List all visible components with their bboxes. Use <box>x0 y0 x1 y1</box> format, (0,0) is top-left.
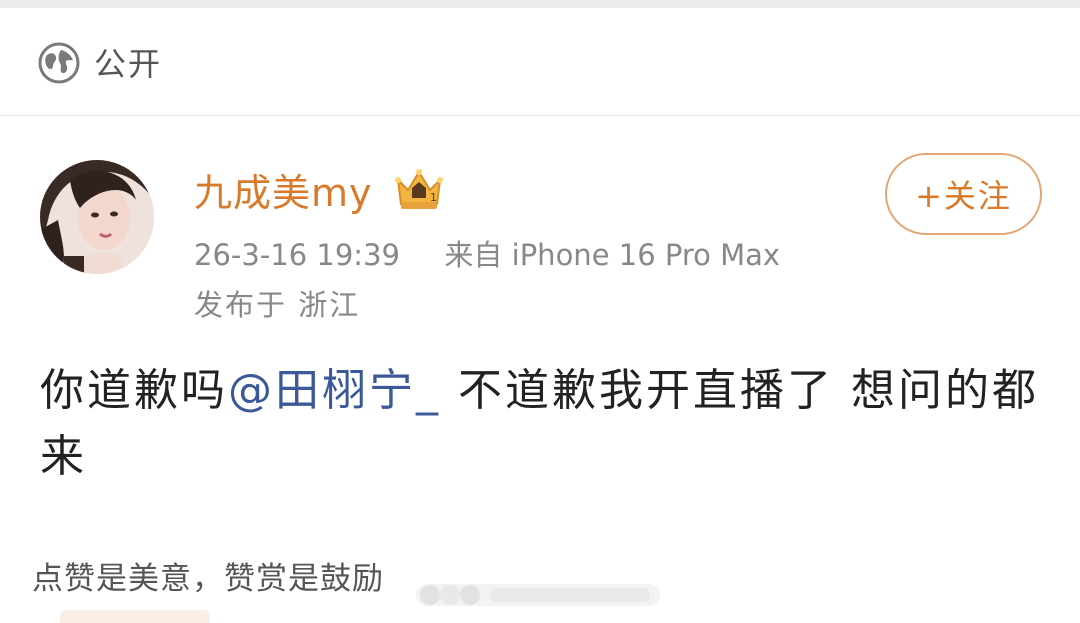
avatar[interactable] <box>40 160 154 274</box>
mention-link[interactable]: @田栩宁_ <box>228 365 441 416</box>
divider <box>0 115 1080 116</box>
user-avatar-image <box>40 160 154 274</box>
top-separator <box>0 0 1080 8</box>
post-location: 发布于 浙江 <box>194 288 361 322</box>
post-timestamp: 26-3-16 19:39 <box>194 238 400 272</box>
visibility-bar[interactable]: 公开 <box>0 8 1080 115</box>
reward-button-partial[interactable] <box>60 610 210 623</box>
reward-avatars-strip[interactable] <box>416 580 660 610</box>
reward-prompt: 点赞是美意，赞赏是鼓励 <box>32 561 384 597</box>
globe-icon <box>38 42 80 84</box>
crown-vip-icon[interactable]: 1 <box>392 166 446 212</box>
post-content-start: 你道歉吗 <box>40 365 228 416</box>
visibility-label: 公开 <box>94 45 163 83</box>
follow-button[interactable]: +关注 <box>885 153 1042 235</box>
post-content: 你道歉吗@田栩宁_ 不道歉我开直播了 想问的都来 <box>40 358 1040 490</box>
svg-text:1: 1 <box>430 191 437 204</box>
post-meta-time: 26-3-16 19:39 来自 iPhone 16 Pro Max <box>194 234 780 276</box>
weibo-post-page: 公开 九成美my 1 +关注 26-3-16 19:39 来自 iPhone 1… <box>0 0 1080 623</box>
author-name[interactable]: 九成美my <box>194 168 373 218</box>
post-source: 来自 iPhone 16 Pro Max <box>444 238 781 272</box>
